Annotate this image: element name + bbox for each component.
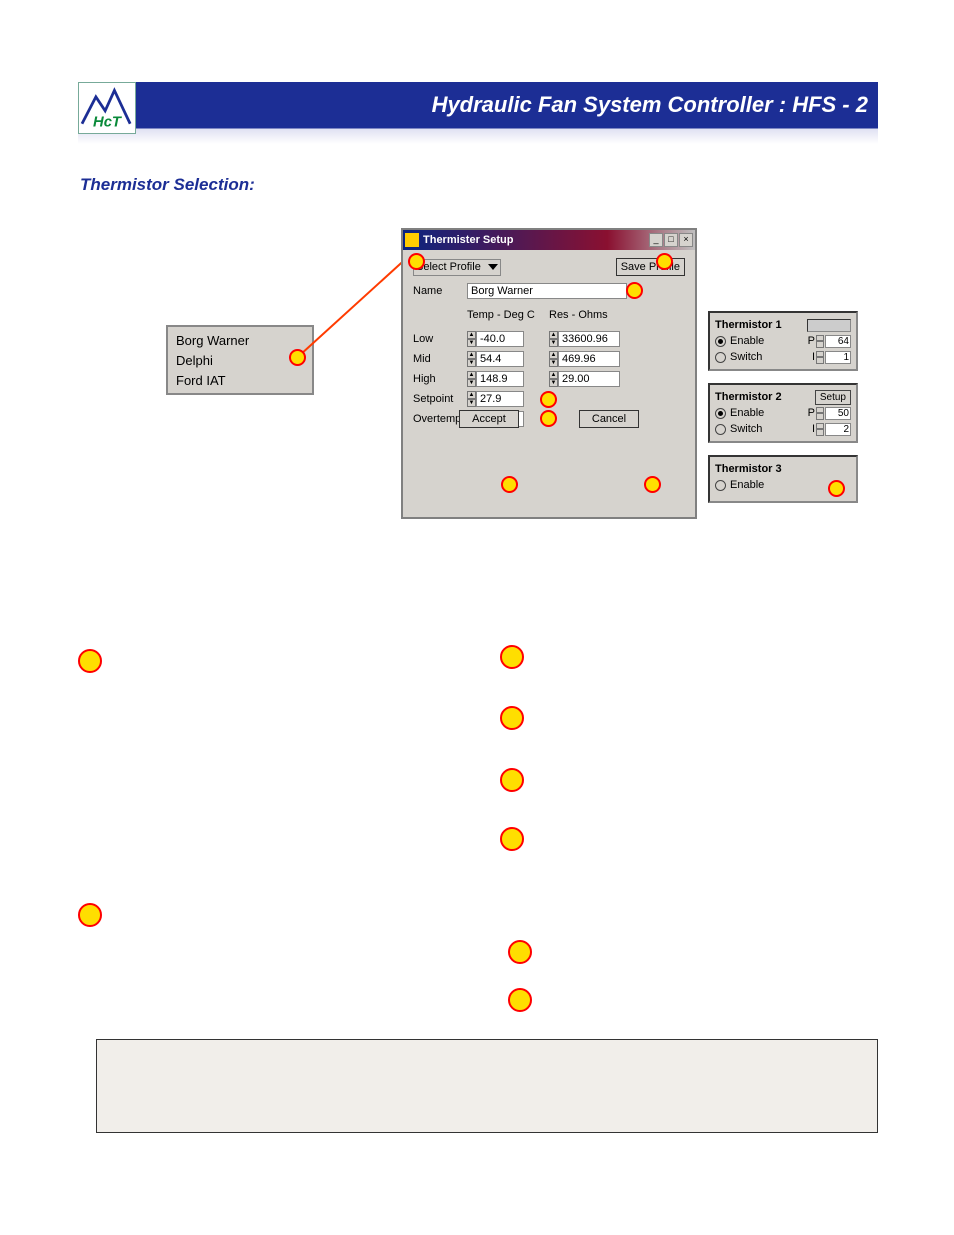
marker-icon — [828, 480, 845, 497]
select-profile-label: Select Profile — [416, 261, 481, 273]
marker-icon — [644, 476, 661, 493]
marker-icon — [408, 253, 425, 270]
marker-icon — [500, 827, 524, 851]
t2-setup-button[interactable]: Setup — [815, 390, 851, 405]
thermistor-3-title: Thermistor 3 — [715, 463, 782, 475]
col-temp-header: Temp - Deg C — [467, 309, 537, 321]
maximize-icon[interactable]: □ — [664, 233, 678, 247]
t2-enable-label: Enable — [730, 407, 764, 419]
thermistor-1-readout — [807, 319, 851, 332]
setpoint-temp-input[interactable] — [476, 391, 524, 407]
t2-p-input[interactable] — [825, 407, 851, 420]
name-label: Name — [413, 285, 467, 297]
row-label-high: High — [413, 373, 467, 385]
marker-icon — [508, 988, 532, 1012]
svg-text:HcT: HcT — [93, 115, 123, 131]
t1-switch-label: Switch — [730, 351, 762, 363]
t2-p-label: P — [808, 407, 815, 419]
thermistor-2-title: Thermistor 2 — [715, 391, 782, 403]
t1-p-input[interactable] — [825, 335, 851, 348]
marker-icon — [78, 649, 102, 673]
t1-p-label: P — [808, 335, 815, 347]
marker-icon — [540, 410, 557, 427]
row-label-setpoint: Setpoint — [413, 393, 467, 405]
t2-switch-label: Switch — [730, 423, 762, 435]
marker-icon — [500, 645, 524, 669]
section-title: Thermistor Selection: — [80, 175, 255, 195]
marker-icon — [289, 349, 306, 366]
t3-enable-radio[interactable] — [715, 480, 726, 491]
note-box — [96, 1039, 878, 1133]
row-label-mid: Mid — [413, 353, 467, 365]
save-profile-button[interactable]: Save Profile — [616, 258, 685, 276]
t1-i-label: I — [812, 351, 815, 363]
t2-enable-radio[interactable] — [715, 408, 726, 419]
marker-icon — [508, 940, 532, 964]
low-res-input[interactable] — [558, 331, 620, 347]
list-item[interactable]: Delphi — [176, 351, 304, 371]
thermistor-1-title: Thermistor 1 — [715, 319, 782, 331]
cancel-button[interactable]: Cancel — [579, 410, 639, 428]
marker-icon — [501, 476, 518, 493]
chevron-down-icon — [488, 264, 498, 270]
page-title: Hydraulic Fan System Controller : HFS - … — [432, 92, 868, 118]
window-icon — [405, 233, 419, 247]
list-item[interactable]: Ford IAT — [176, 371, 304, 391]
mid-temp-input[interactable] — [476, 351, 524, 367]
select-profile-dropdown[interactable]: Select Profile — [413, 259, 501, 276]
accept-button[interactable]: Accept — [459, 410, 519, 428]
high-res-input[interactable] — [558, 371, 620, 387]
dialog-title: Thermister Setup — [423, 234, 649, 246]
list-item[interactable]: Borg Warner — [176, 331, 304, 351]
marker-icon — [656, 253, 673, 270]
marker-icon — [78, 903, 102, 927]
t1-i-input[interactable] — [825, 351, 851, 364]
close-icon[interactable]: × — [679, 233, 693, 247]
marker-icon — [626, 282, 643, 299]
hct-logo: HcT — [78, 82, 136, 134]
high-temp-input[interactable] — [476, 371, 524, 387]
col-res-header: Res - Ohms — [549, 309, 619, 321]
dialog-titlebar: Thermister Setup _ □ × — [403, 230, 695, 250]
t3-enable-label: Enable — [730, 479, 764, 491]
t1-enable-radio[interactable] — [715, 336, 726, 347]
minimize-icon[interactable]: _ — [649, 233, 663, 247]
t2-i-input[interactable] — [825, 423, 851, 436]
row-label-low: Low — [413, 333, 467, 345]
thermistor-2-panel: Thermistor 2 Setup Enable P Switch I — [708, 383, 858, 443]
t2-switch-radio[interactable] — [715, 424, 726, 435]
t2-i-label: I — [812, 423, 815, 435]
t1-switch-radio[interactable] — [715, 352, 726, 363]
t1-enable-label: Enable — [730, 335, 764, 347]
marker-icon — [500, 706, 524, 730]
header-band: Hydraulic Fan System Controller : HFS - … — [78, 82, 878, 144]
marker-icon — [500, 768, 524, 792]
name-input[interactable] — [467, 283, 627, 299]
mid-res-input[interactable] — [558, 351, 620, 367]
low-temp-input[interactable] — [476, 331, 524, 347]
marker-icon — [540, 391, 557, 408]
thermistor-1-panel: Thermistor 1 Enable P Switch I — [708, 311, 858, 371]
